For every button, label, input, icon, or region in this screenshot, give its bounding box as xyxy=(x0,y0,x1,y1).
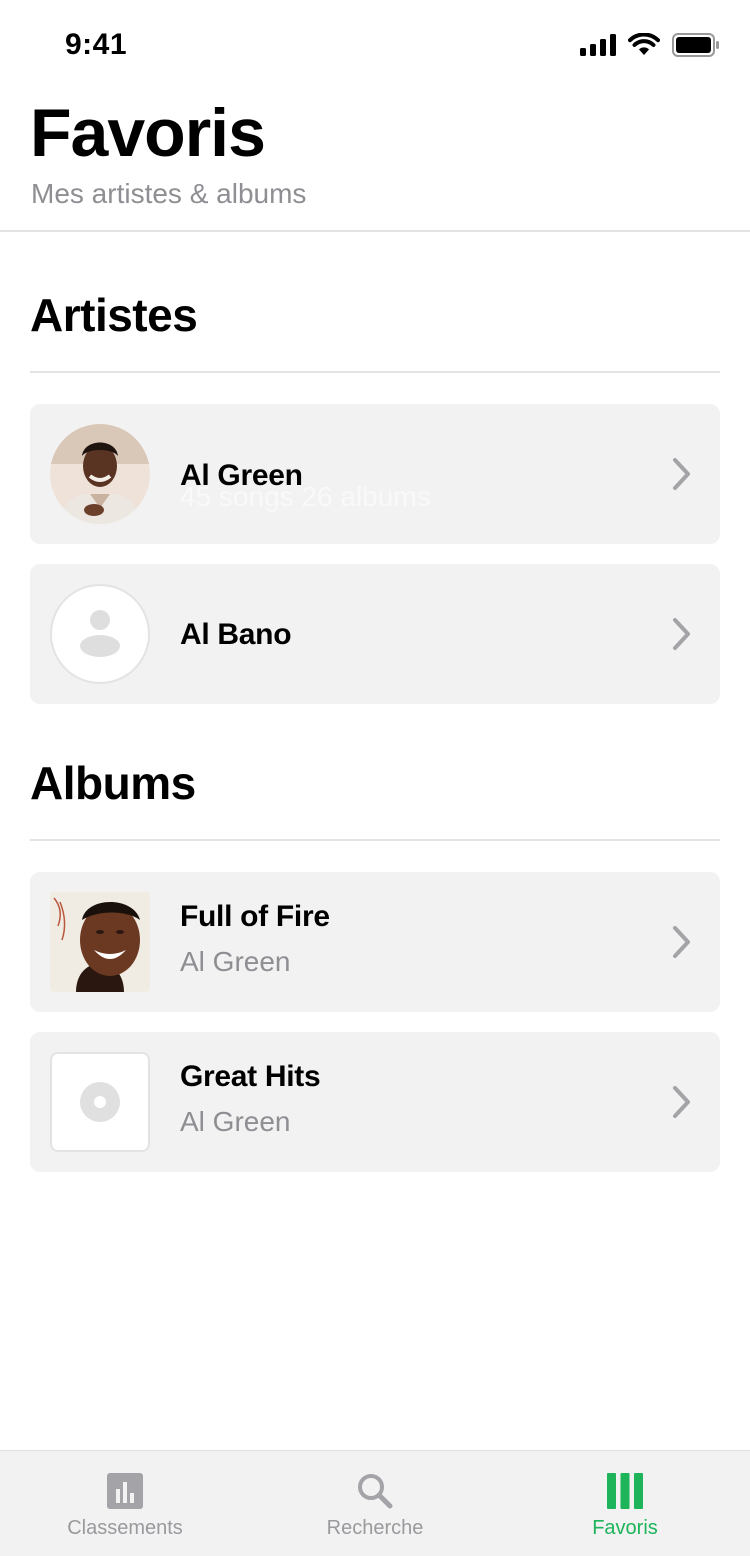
artist-meta: 45 songs 26 albums xyxy=(180,481,431,512)
tab-favoris[interactable]: Favoris xyxy=(500,1451,750,1556)
page-title: Favoris xyxy=(30,95,266,171)
album-title: Full of Fire xyxy=(180,900,330,933)
tab-label: Recherche xyxy=(326,1517,424,1539)
album-artist: Al Green xyxy=(180,946,291,977)
page-subtitle: Mes artistes & albums xyxy=(31,178,307,209)
section-divider xyxy=(30,839,720,841)
person-placeholder-icon xyxy=(50,584,150,684)
header-divider xyxy=(0,230,750,232)
tab-recherche[interactable]: Recherche xyxy=(250,1451,500,1556)
chevron-right-icon xyxy=(673,1086,690,1118)
album-card[interactable]: Full of Fire Al Green xyxy=(30,872,720,1012)
vinyl-placeholder-icon xyxy=(50,1052,150,1152)
status-time: 9:41 xyxy=(65,28,128,61)
tab-label: Classements xyxy=(67,1517,183,1539)
tab-classements[interactable]: Classements xyxy=(0,1451,250,1556)
chevron-right-icon xyxy=(673,458,690,490)
section-title-artists: Artistes xyxy=(30,289,198,341)
chart-icon xyxy=(107,1473,143,1509)
album-title: Great Hits xyxy=(180,1060,321,1093)
chevron-right-icon xyxy=(673,618,690,650)
album-artist: Al Green xyxy=(180,1106,291,1137)
status-icons xyxy=(580,33,720,57)
library-icon xyxy=(607,1473,643,1509)
artist-photo xyxy=(50,424,150,524)
tab-bar: Classements Recherche Favoris xyxy=(0,1450,750,1556)
album-card[interactable]: Great Hits Al Green xyxy=(30,1032,720,1172)
wifi-icon xyxy=(628,33,660,55)
artist-name: Al Bano xyxy=(180,618,292,651)
section-title-albums: Albums xyxy=(30,757,196,809)
status-bar: 9:41 xyxy=(0,0,750,90)
cellular-signal-icon xyxy=(580,34,616,56)
chevron-right-icon xyxy=(673,926,690,958)
album-cover xyxy=(50,892,150,992)
artist-card[interactable]: Al Green 45 songs 26 albums xyxy=(30,404,720,544)
battery-icon xyxy=(672,33,719,57)
section-divider xyxy=(30,371,720,373)
search-icon xyxy=(358,1474,393,1509)
tab-label: Favoris xyxy=(592,1517,658,1539)
artist-card[interactable]: Al Bano xyxy=(30,564,720,704)
